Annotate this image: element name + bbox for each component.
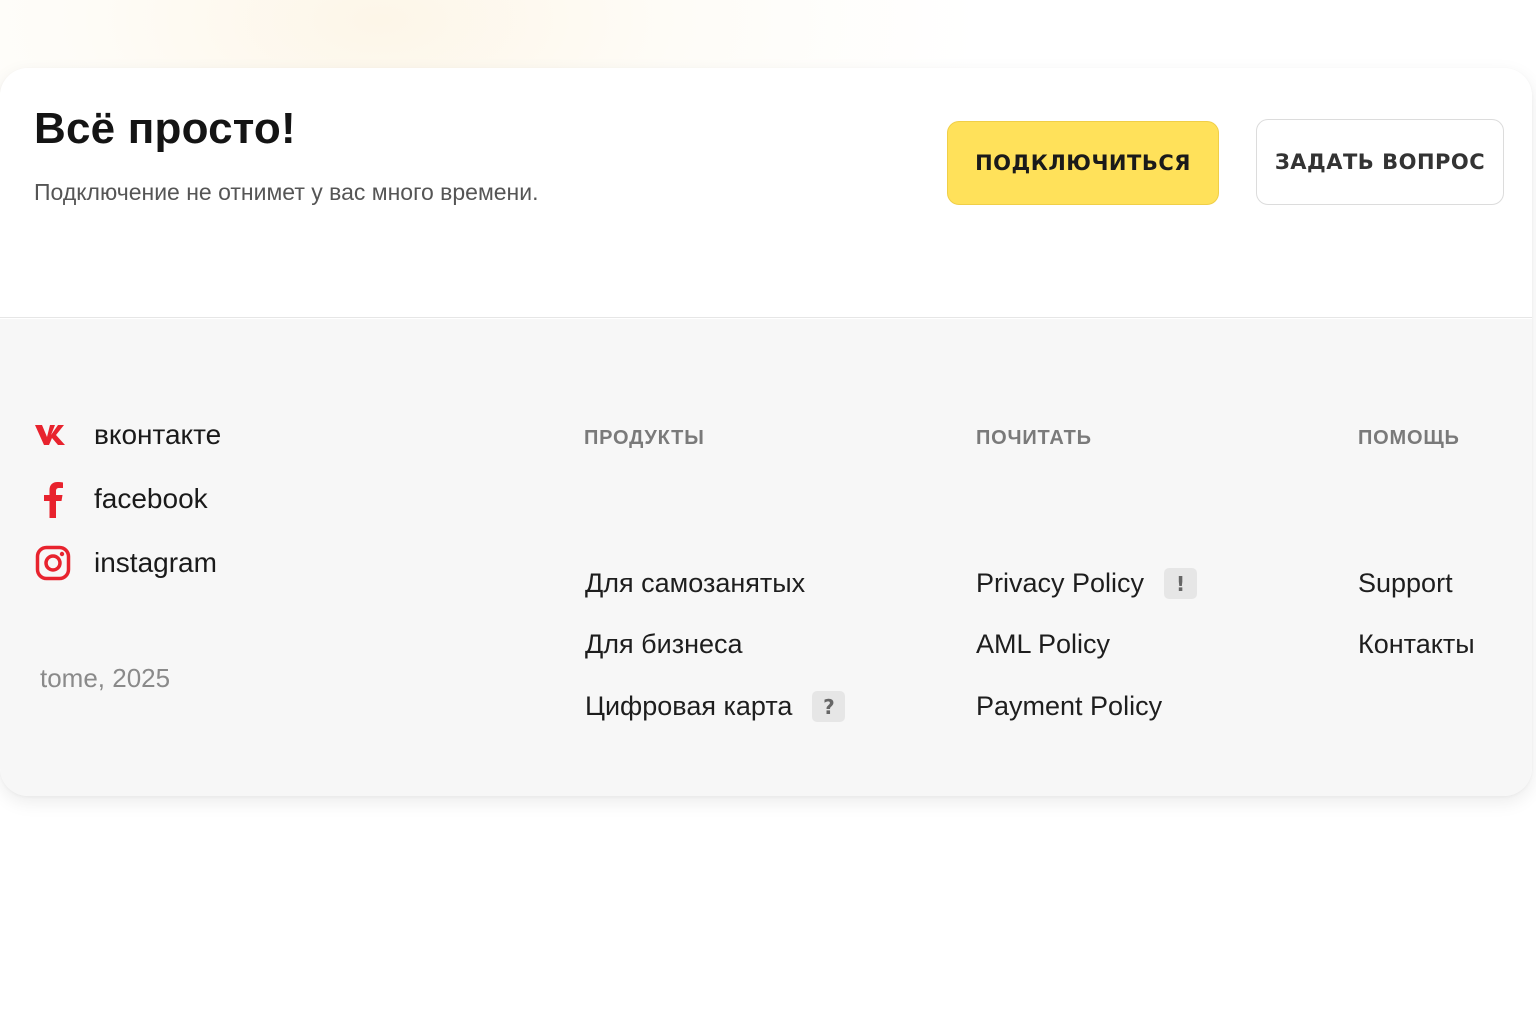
social-label: instagram bbox=[94, 547, 217, 578]
social-link-instagram[interactable]: instagram bbox=[34, 544, 217, 582]
ask-question-button[interactable]: ЗАДАТЬ ВОПРОС bbox=[1256, 119, 1504, 205]
help-badge[interactable]: ? bbox=[812, 691, 846, 722]
link-label: Payment Policy bbox=[976, 691, 1163, 721]
social-label: вконтакте bbox=[94, 419, 222, 450]
link-label: Support bbox=[1358, 568, 1453, 598]
link-privacy-policy[interactable]: Privacy Policy ! bbox=[976, 568, 1198, 599]
link-label: AML Policy bbox=[976, 629, 1111, 659]
cta-footer-card: Всё просто! Подключение не отнимет у вас… bbox=[0, 68, 1532, 796]
social-label: facebook bbox=[94, 483, 208, 514]
vk-icon bbox=[34, 416, 72, 454]
facebook-icon bbox=[34, 480, 72, 518]
connect-button[interactable]: ПОДКЛЮЧИТЬСЯ bbox=[947, 121, 1219, 205]
products-heading: ПРОДУКТЫ bbox=[584, 427, 705, 449]
read-heading: ПОЧИТАТЬ bbox=[976, 427, 1092, 449]
link-self-employed[interactable]: Для самозанятых bbox=[585, 568, 805, 599]
cta-subtitle: Подключение не отнимет у вас много време… bbox=[34, 179, 539, 205]
cta-section: Всё просто! Подключение не отнимет у вас… bbox=[0, 68, 1532, 318]
instagram-icon bbox=[34, 544, 72, 582]
copyright: tome, 2025 bbox=[40, 663, 171, 693]
link-support[interactable]: Support bbox=[1358, 568, 1453, 599]
alert-badge[interactable]: ! bbox=[1164, 568, 1198, 599]
link-label: Privacy Policy bbox=[976, 568, 1145, 598]
social-link-facebook[interactable]: facebook bbox=[34, 480, 208, 518]
link-contacts[interactable]: Контакты bbox=[1358, 629, 1475, 660]
cta-title: Всё просто! bbox=[34, 104, 296, 153]
social-link-vk[interactable]: вконтакте bbox=[34, 416, 221, 454]
link-digital-card[interactable]: Цифровая карта ? bbox=[585, 691, 846, 722]
link-label: Цифровая карта bbox=[585, 691, 793, 721]
footer: вконтакте facebook instagram tome, 2025 bbox=[0, 319, 1532, 796]
link-label: Для самозанятых bbox=[585, 568, 806, 598]
link-label: Для бизнеса bbox=[585, 629, 743, 659]
link-business[interactable]: Для бизнеса bbox=[585, 629, 743, 660]
link-aml-policy[interactable]: AML Policy bbox=[976, 629, 1110, 660]
help-heading: ПОМОЩЬ bbox=[1358, 427, 1460, 449]
link-label: Контакты bbox=[1358, 629, 1475, 659]
link-payment-policy[interactable]: Payment Policy bbox=[976, 691, 1162, 722]
